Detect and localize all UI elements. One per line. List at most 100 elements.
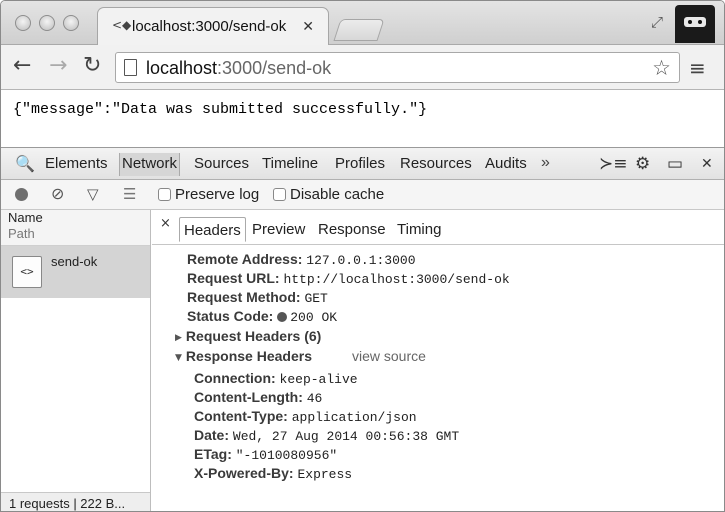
- tab-timing[interactable]: Timing: [393, 217, 445, 242]
- header-value: GET: [304, 291, 328, 306]
- header-key: Status Code:: [187, 308, 274, 324]
- network-summary-bar: 1 requests | 222 B...: [1, 492, 150, 511]
- url-text[interactable]: localhost:3000/send-ok: [146, 58, 331, 79]
- header-key: ETag:: [194, 446, 232, 462]
- request-name: send-ok: [51, 254, 98, 269]
- header-key: Remote Address:: [187, 251, 303, 267]
- star-icon[interactable]: ☆: [652, 56, 671, 80]
- header-value: "-1010080956": [235, 448, 338, 463]
- document-icon: <>: [12, 256, 42, 288]
- column-path: Path: [8, 226, 35, 241]
- network-toolbar: ⊘ ▽ ☰ Preserve log Disable cache: [1, 180, 724, 210]
- tab-preview[interactable]: Preview: [248, 217, 309, 242]
- header-key: Content-Length:: [194, 389, 303, 405]
- fullscreen-icon[interactable]: ⤢: [651, 13, 663, 31]
- header-value: http://localhost:3000/send-ok: [283, 272, 510, 287]
- filter-icon[interactable]: ▽: [87, 185, 99, 203]
- header-key: Content-Type:: [194, 408, 288, 424]
- remote-address-row: Remote Address: 127.0.0.1:3000: [187, 251, 416, 268]
- minimize-window-button[interactable]: [39, 15, 55, 31]
- gear-icon[interactable]: ⚙: [635, 154, 650, 174]
- page-icon: [124, 59, 137, 76]
- reload-icon[interactable]: ↻: [83, 53, 101, 78]
- response-header-row: Content-Length: 46: [194, 389, 322, 406]
- section-label: Response Headers: [185, 348, 312, 364]
- preserve-log-checkbox[interactable]: Preserve log: [158, 186, 259, 203]
- close-window-button[interactable]: [15, 15, 31, 31]
- arrow-right-icon[interactable]: →: [49, 53, 67, 78]
- tab-strip: <◆ localhost:3000/send-ok ✕ ⤢: [1, 1, 724, 46]
- network-summary: 1 requests | 222 B...: [9, 496, 126, 511]
- devtools-tab-bar: 🔍 Elements Network Sources Timeline Prof…: [1, 148, 724, 180]
- request-detail-pane: × Headers Preview Response Timing Remote…: [152, 210, 724, 511]
- browser-toolbar: ← → ↻ localhost:3000/send-ok ☆ ≡: [1, 45, 724, 90]
- tab-headers[interactable]: Headers: [179, 217, 246, 242]
- header-key: Request URL:: [187, 270, 280, 286]
- large-rows-icon[interactable]: ☰: [123, 185, 136, 203]
- tab-response[interactable]: Response: [314, 217, 390, 242]
- close-detail-icon[interactable]: ×: [160, 216, 171, 231]
- drawer-toggle-icon[interactable]: ≻≡: [599, 154, 628, 174]
- header-value: application/json: [291, 410, 417, 425]
- response-header-row: Connection: keep-alive: [194, 370, 358, 387]
- column-name: Name: [8, 210, 43, 225]
- disable-cache-checkbox[interactable]: Disable cache: [273, 186, 384, 203]
- address-bar[interactable]: localhost:3000/send-ok ☆: [115, 52, 680, 83]
- checkbox-box[interactable]: [158, 188, 171, 201]
- request-row[interactable]: <> send-ok: [1, 246, 150, 298]
- header-key: Connection:: [194, 370, 276, 386]
- browser-window: <◆ localhost:3000/send-ok ✕ ⤢ ← → ↻ loca…: [0, 0, 725, 512]
- browser-tab[interactable]: <◆ localhost:3000/send-ok ✕: [97, 7, 329, 46]
- tab-timeline[interactable]: Timeline: [262, 155, 318, 172]
- search-icon[interactable]: 🔍: [15, 154, 35, 173]
- disable-cache-label: Disable cache: [290, 186, 385, 203]
- tab-audits[interactable]: Audits: [485, 155, 527, 172]
- avatar-eye: [688, 20, 692, 24]
- dock-side-icon[interactable]: ▭: [667, 154, 683, 174]
- hamburger-menu-icon[interactable]: ≡: [689, 56, 706, 80]
- tab-network[interactable]: Network: [119, 153, 181, 176]
- new-tab-button[interactable]: [333, 19, 385, 41]
- header-key: X-Powered-By:: [194, 465, 294, 481]
- status-dot-icon: [277, 312, 288, 322]
- response-headers-section[interactable]: ▼ Response Headers view source: [175, 348, 426, 364]
- tab-profiles[interactable]: Profiles: [335, 155, 385, 172]
- page-favicon-icon: <◆: [112, 18, 132, 32]
- header-key: Request Method:: [187, 289, 301, 305]
- triangle-down-icon: ▼: [175, 353, 182, 363]
- tab-close-icon[interactable]: ✕: [302, 18, 314, 35]
- response-header-row: Date: Wed, 27 Aug 2014 00:56:38 GMT: [194, 427, 459, 444]
- request-method-row: Request Method: GET: [187, 289, 328, 306]
- response-header-row: ETag: "-1010080956": [194, 446, 337, 463]
- header-value: 200 OK: [290, 310, 338, 325]
- close-devtools-icon[interactable]: ✕: [701, 156, 713, 172]
- triangle-right-icon: ▶: [175, 333, 182, 343]
- response-body: {"message":"Data was submitted successfu…: [13, 101, 428, 118]
- tab-resources[interactable]: Resources: [400, 155, 472, 172]
- header-value: 127.0.0.1:3000: [306, 253, 416, 268]
- clear-icon[interactable]: ⊘: [51, 184, 64, 203]
- avatar-eye: [698, 20, 702, 24]
- response-header-row: Content-Type: application/json: [194, 408, 417, 425]
- arrow-left-icon[interactable]: ←: [13, 53, 31, 78]
- profile-avatar[interactable]: [675, 5, 715, 43]
- tab-elements[interactable]: Elements: [45, 155, 108, 172]
- header-value: 46: [306, 391, 323, 406]
- tab-sources[interactable]: Sources: [194, 155, 249, 172]
- header-value: keep-alive: [279, 372, 358, 387]
- request-list: Name Path <> send-ok 1 requests | 222 B.…: [1, 210, 151, 511]
- record-icon[interactable]: [15, 188, 28, 201]
- view-source-link[interactable]: view source: [352, 348, 426, 364]
- checkbox-box[interactable]: [273, 188, 286, 201]
- zoom-window-button[interactable]: [63, 15, 79, 31]
- section-label: Request Headers (6): [185, 328, 322, 344]
- preserve-log-label: Preserve log: [175, 186, 260, 203]
- header-value: Express: [297, 467, 353, 482]
- request-list-header[interactable]: Name Path: [1, 210, 150, 246]
- page-content: {"message":"Data was submitted successfu…: [1, 91, 724, 147]
- request-headers-section[interactable]: ▶ Request Headers (6): [175, 328, 321, 344]
- tabs-divider: [152, 244, 724, 245]
- more-tabs-icon[interactable]: »: [541, 154, 550, 172]
- devtools-panel: 🔍 Elements Network Sources Timeline Prof…: [1, 147, 724, 511]
- request-url-row: Request URL: http://localhost:3000/send-…: [187, 270, 510, 287]
